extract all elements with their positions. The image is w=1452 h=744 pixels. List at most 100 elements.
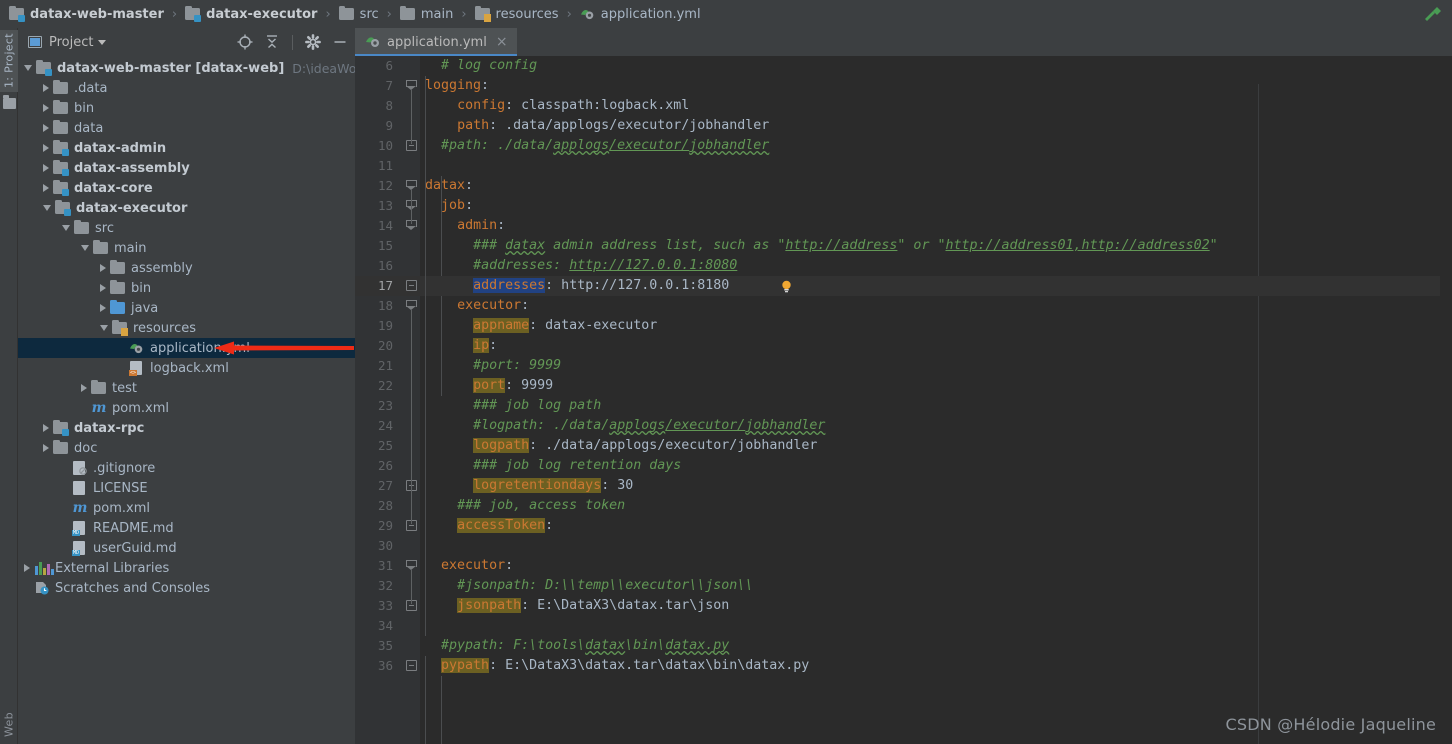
breadcrumb-item-application-yml[interactable]: application.yml (579, 0, 702, 28)
chevron-right-icon[interactable] (24, 564, 30, 572)
code-line[interactable]: 29accessToken: (355, 516, 1452, 536)
chevron-right-icon[interactable] (81, 384, 87, 392)
minimize-icon[interactable] (331, 33, 349, 51)
code-line[interactable]: 14admin: (355, 216, 1452, 236)
code-line[interactable]: 19appname: datax-executor (355, 316, 1452, 336)
code-line[interactable]: 36pypath: E:\DataX3\datax.tar\datax\bin\… (355, 656, 1452, 676)
tree-row[interactable]: MDuserGuid.md (18, 538, 355, 558)
tree-row[interactable]: Scratches and Consoles (18, 578, 355, 598)
tree-row[interactable]: assembly (18, 258, 355, 278)
gear-icon[interactable] (304, 33, 322, 51)
code-line[interactable]: 24#logpath: ./data/applogs/executor/jobh… (355, 416, 1452, 436)
intention-bulb-icon[interactable] (780, 280, 793, 293)
code-fold-marker[interactable] (406, 660, 417, 671)
code-line[interactable]: 17addresses: http://127.0.0.1:8180 (355, 276, 1452, 296)
tree-row[interactable]: bin (18, 98, 355, 118)
tree-row[interactable]: test (18, 378, 355, 398)
tree-row[interactable]: mpom.xml (18, 498, 355, 518)
code-line[interactable]: 27logretentiondays: 30 (355, 476, 1452, 496)
tool-window-button-project[interactable]: 1: Project (0, 30, 18, 92)
tree-row[interactable]: bin (18, 278, 355, 298)
tree-row[interactable]: resources (18, 318, 355, 338)
code-line[interactable]: 15### datax admin address list, such as … (355, 236, 1452, 256)
tree-row[interactable]: .data (18, 78, 355, 98)
tree-row[interactable]: datax-core (18, 178, 355, 198)
tree-row[interactable]: LICENSE (18, 478, 355, 498)
chevron-down-icon[interactable] (100, 325, 108, 331)
tree-row[interactable]: data (18, 118, 355, 138)
code-line[interactable]: 16#addresses: http://127.0.0.1:8080 (355, 256, 1452, 276)
code-line[interactable]: 8config: classpath:logback.xml (355, 96, 1452, 116)
code-line[interactable]: 20ip: (355, 336, 1452, 356)
tree-row[interactable]: mpom.xml (18, 398, 355, 418)
collapse-all-icon[interactable] (263, 33, 281, 51)
chevron-right-icon[interactable] (43, 144, 49, 152)
code-line[interactable]: 21#port: 9999 (355, 356, 1452, 376)
project-tree[interactable]: datax-web-master [datax-web]D:\ideaWorke… (18, 56, 355, 744)
chevron-right-icon[interactable] (43, 104, 49, 112)
chevron-down-icon[interactable] (24, 65, 32, 71)
tree-row[interactable]: External Libraries (18, 558, 355, 578)
tree-row[interactable]: <>logback.xml (18, 358, 355, 378)
tree-row[interactable]: datax-web-master [datax-web]D:\ideaWorke… (18, 58, 355, 78)
tree-row[interactable]: main (18, 238, 355, 258)
chevron-right-icon[interactable] (43, 84, 49, 92)
chevron-right-icon[interactable] (100, 284, 106, 292)
close-icon[interactable]: × (496, 35, 508, 49)
breadcrumb-separator: › (567, 7, 572, 22)
tree-row[interactable]: datax-assembly (18, 158, 355, 178)
code-fold-marker[interactable] (406, 280, 417, 291)
chevron-right-icon[interactable] (100, 264, 106, 272)
tree-row[interactable]: src (18, 218, 355, 238)
code-line[interactable]: 6# log config (355, 56, 1452, 76)
tree-row[interactable]: datax-executor (18, 198, 355, 218)
tree-row[interactable]: datax-rpc (18, 418, 355, 438)
chevron-right-icon[interactable] (43, 164, 49, 172)
code-line[interactable]: 18executor: (355, 296, 1452, 316)
code-line[interactable]: 31executor: (355, 556, 1452, 576)
chevron-right-icon[interactable] (43, 444, 49, 452)
chevron-down-icon[interactable] (98, 40, 106, 45)
tab-application-yml[interactable]: application.yml × (355, 28, 517, 56)
code-line[interactable]: 33jsonpath: E:\DataX3\datax.tar\json (355, 596, 1452, 616)
tree-row[interactable]: datax-admin (18, 138, 355, 158)
chevron-down-icon[interactable] (43, 205, 51, 211)
code-line[interactable]: 22port: 9999 (355, 376, 1452, 396)
chevron-right-icon[interactable] (43, 424, 49, 432)
breadcrumb-item-datax-executor[interactable]: datax-executor (184, 0, 318, 28)
breadcrumb-item-main[interactable]: main (399, 0, 454, 28)
tree-row[interactable]: MDREADME.md (18, 518, 355, 538)
code-editor[interactable]: 6# log config7logging:8config: classpath… (355, 56, 1452, 744)
tree-row[interactable]: java (18, 298, 355, 318)
code-line[interactable]: 32#jsonpath: D:\\temp\\executor\\json\\ (355, 576, 1452, 596)
code-line[interactable]: 10#path: ./data/applogs/executor/jobhand… (355, 136, 1452, 156)
chevron-down-icon[interactable] (62, 225, 70, 231)
breadcrumb-item-resources[interactable]: resources (474, 0, 560, 28)
chevron-down-icon[interactable] (81, 245, 89, 251)
tree-row[interactable]: .gitignore (18, 458, 355, 478)
code-line[interactable]: 7logging: (355, 76, 1452, 96)
tree-row[interactable]: doc (18, 438, 355, 458)
code-content[interactable]: 6# log config7logging:8config: classpath… (355, 56, 1452, 744)
code-line[interactable]: 28### job, access token (355, 496, 1452, 516)
code-line[interactable]: 34 (355, 616, 1452, 636)
tool-window-button-web[interactable]: Web (0, 708, 18, 742)
code-line[interactable]: 9path: .data/applogs/executor/jobhandler (355, 116, 1452, 136)
locate-icon[interactable] (236, 33, 254, 51)
code-line[interactable]: 11 (355, 156, 1452, 176)
code-line[interactable]: 12datax: (355, 176, 1452, 196)
code-line[interactable]: 13job: (355, 196, 1452, 216)
code-line[interactable]: 25logpath: ./data/applogs/executor/jobha… (355, 436, 1452, 456)
code-line[interactable]: 26### job log retention days (355, 456, 1452, 476)
chevron-right-icon[interactable] (100, 304, 106, 312)
chevron-right-icon[interactable] (43, 124, 49, 132)
chevron-right-icon[interactable] (43, 184, 49, 192)
editor-scrollbar[interactable] (1440, 84, 1452, 744)
code-line[interactable]: 35#pypath: F:\tools\datax\bin\datax.py (355, 636, 1452, 656)
code-line[interactable]: 30 (355, 536, 1452, 556)
build-hammer-icon[interactable] (1422, 4, 1444, 26)
code-token: : 9999 (505, 378, 553, 393)
breadcrumb-item-src[interactable]: src (338, 0, 380, 28)
breadcrumb-item-datax-web-master[interactable]: datax-web-master (8, 0, 165, 28)
code-line[interactable]: 23### job log path (355, 396, 1452, 416)
